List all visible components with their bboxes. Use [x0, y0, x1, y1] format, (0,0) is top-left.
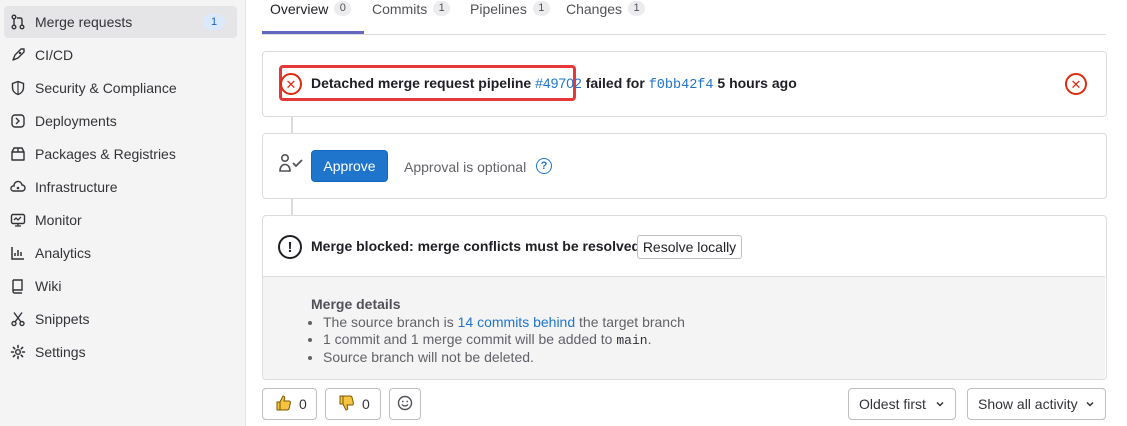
add-reaction-button[interactable]: [389, 388, 421, 420]
sidebar-item-snippets[interactable]: Snippets: [4, 303, 237, 335]
chevron-down-icon: [1085, 396, 1095, 412]
sidebar-item-label: Packages & Registries: [35, 146, 176, 162]
detail-text: Source branch will not be deleted.: [323, 349, 534, 365]
sidebar-item-label: Security & Compliance: [35, 80, 177, 96]
pipeline-time: 5 hours ago: [717, 75, 797, 91]
gear-icon: [9, 343, 27, 361]
sidebar-item-label: Snippets: [35, 311, 90, 327]
pipeline-failed-icon-button[interactable]: ✕: [1065, 73, 1087, 95]
failed-status-icon[interactable]: ✕: [280, 73, 302, 95]
list-item: Source branch will not be deleted.: [323, 349, 685, 366]
activity-filter-label: Show all activity: [978, 396, 1078, 412]
warning-icon: !: [278, 235, 302, 259]
merge-blocked-message: Merge blocked: merge conflicts must be r…: [311, 238, 644, 254]
merge-request-icon: [9, 13, 27, 31]
connector-line: [291, 198, 293, 215]
tab-count: 0: [334, 1, 352, 16]
tab-commits[interactable]: Commits 1: [372, 0, 451, 33]
tab-label: Overview: [270, 1, 329, 17]
connector-line: [291, 116, 293, 133]
tab-label: Commits: [372, 1, 428, 17]
approve-button[interactable]: Approve: [311, 150, 388, 182]
package-icon: [9, 145, 27, 163]
help-icon[interactable]: ?: [536, 158, 552, 174]
pipeline-prefix: Detached merge request pipeline: [311, 75, 532, 91]
pipeline-failed-for: failed for: [585, 75, 645, 91]
thumbs-up-icon: [275, 394, 293, 415]
tab-count: 1: [628, 1, 646, 16]
monitor-icon: [9, 211, 27, 229]
tab-count: 1: [433, 1, 451, 16]
detail-text: the target branch: [579, 314, 685, 330]
tab-overview[interactable]: Overview 0: [270, 0, 352, 33]
target-branch-code: main: [616, 332, 648, 348]
sidebar: Merge requests 1 CI/CD Security & Compli…: [0, 0, 246, 426]
thumbs-down-button[interactable]: 0: [325, 388, 381, 420]
thumbs-down-icon: [338, 394, 356, 415]
commits-behind-link[interactable]: 14 commits behind: [458, 314, 576, 330]
detail-text: 1 commit and 1 merge commit will be adde…: [323, 330, 613, 347]
tab-pipelines[interactable]: Pipelines 1: [470, 0, 550, 33]
cloud-gear-icon: [9, 178, 27, 196]
thumbs-down-count: 0: [362, 396, 370, 412]
sidebar-item-label: Analytics: [35, 245, 92, 261]
scissors-icon: [9, 310, 27, 328]
commit-sha-link[interactable]: f0bb42f4: [649, 78, 714, 93]
sidebar-item-label: Settings: [35, 344, 86, 360]
list-item: 1 commit and 1 merge commit will be adde…: [323, 331, 685, 350]
tab-label: Pipelines: [470, 1, 527, 17]
resolve-locally-button[interactable]: Resolve locally: [637, 235, 742, 259]
approval-optional-text: Approval is optional: [404, 159, 527, 175]
activity-filter-dropdown[interactable]: Show all activity: [967, 388, 1106, 420]
sidebar-item-packages[interactable]: Packages & Registries: [4, 138, 237, 170]
tab-label: Changes: [566, 1, 623, 17]
pipeline-id-link[interactable]: #49702: [535, 75, 582, 91]
sidebar-item-merge-requests[interactable]: Merge requests 1: [4, 6, 237, 38]
sidebar-item-label: Wiki: [35, 278, 62, 294]
sidebar-item-analytics[interactable]: Analytics: [4, 237, 237, 269]
thumbs-up-count: 0: [299, 396, 307, 412]
sidebar-item-cicd[interactable]: CI/CD: [4, 39, 237, 71]
thumbs-up-button[interactable]: 0: [262, 388, 317, 420]
detail-text: .: [647, 330, 652, 347]
sidebar-item-settings[interactable]: Settings: [4, 336, 237, 368]
chart-icon: [9, 244, 27, 262]
sidebar-item-label: Merge requests: [35, 14, 133, 30]
merge-details-list: The source branch is 14 commits behind t…: [305, 314, 685, 366]
detail-text: The source branch is: [323, 314, 454, 330]
active-tab-indicator: [262, 31, 364, 34]
sidebar-item-wiki[interactable]: Wiki: [4, 270, 237, 302]
pipeline-status-text: Detached merge request pipeline #49702 f…: [311, 75, 797, 93]
sidebar-item-label: CI/CD: [35, 47, 74, 63]
sidebar-item-label: Infrastructure: [35, 179, 118, 195]
chevron-down-icon: [935, 396, 945, 412]
sidebar-item-label: Monitor: [35, 212, 82, 228]
sidebar-item-infrastructure[interactable]: Infrastructure: [4, 171, 237, 203]
list-item: The source branch is 14 commits behind t…: [323, 314, 685, 331]
sidebar-item-security[interactable]: Security & Compliance: [4, 72, 237, 104]
tab-count: 1: [532, 1, 550, 16]
sidebar-item-monitor[interactable]: Monitor: [4, 204, 237, 236]
book-icon: [9, 277, 27, 295]
tab-changes[interactable]: Changes 1: [566, 0, 646, 33]
sidebar-item-deployments[interactable]: Deployments: [4, 105, 237, 137]
deployments-icon: [9, 112, 27, 130]
approval-user-check-icon: [278, 152, 304, 177]
smiley-icon: [397, 395, 413, 414]
count-badge: 1: [203, 14, 225, 30]
sort-order-dropdown[interactable]: Oldest first: [848, 388, 956, 420]
shield-icon: [9, 79, 27, 97]
approval-card: [262, 133, 1107, 199]
sidebar-item-label: Deployments: [35, 113, 117, 129]
rocket-icon: [9, 46, 27, 64]
merge-details-title: Merge details: [311, 296, 401, 312]
sort-order-label: Oldest first: [859, 396, 926, 412]
